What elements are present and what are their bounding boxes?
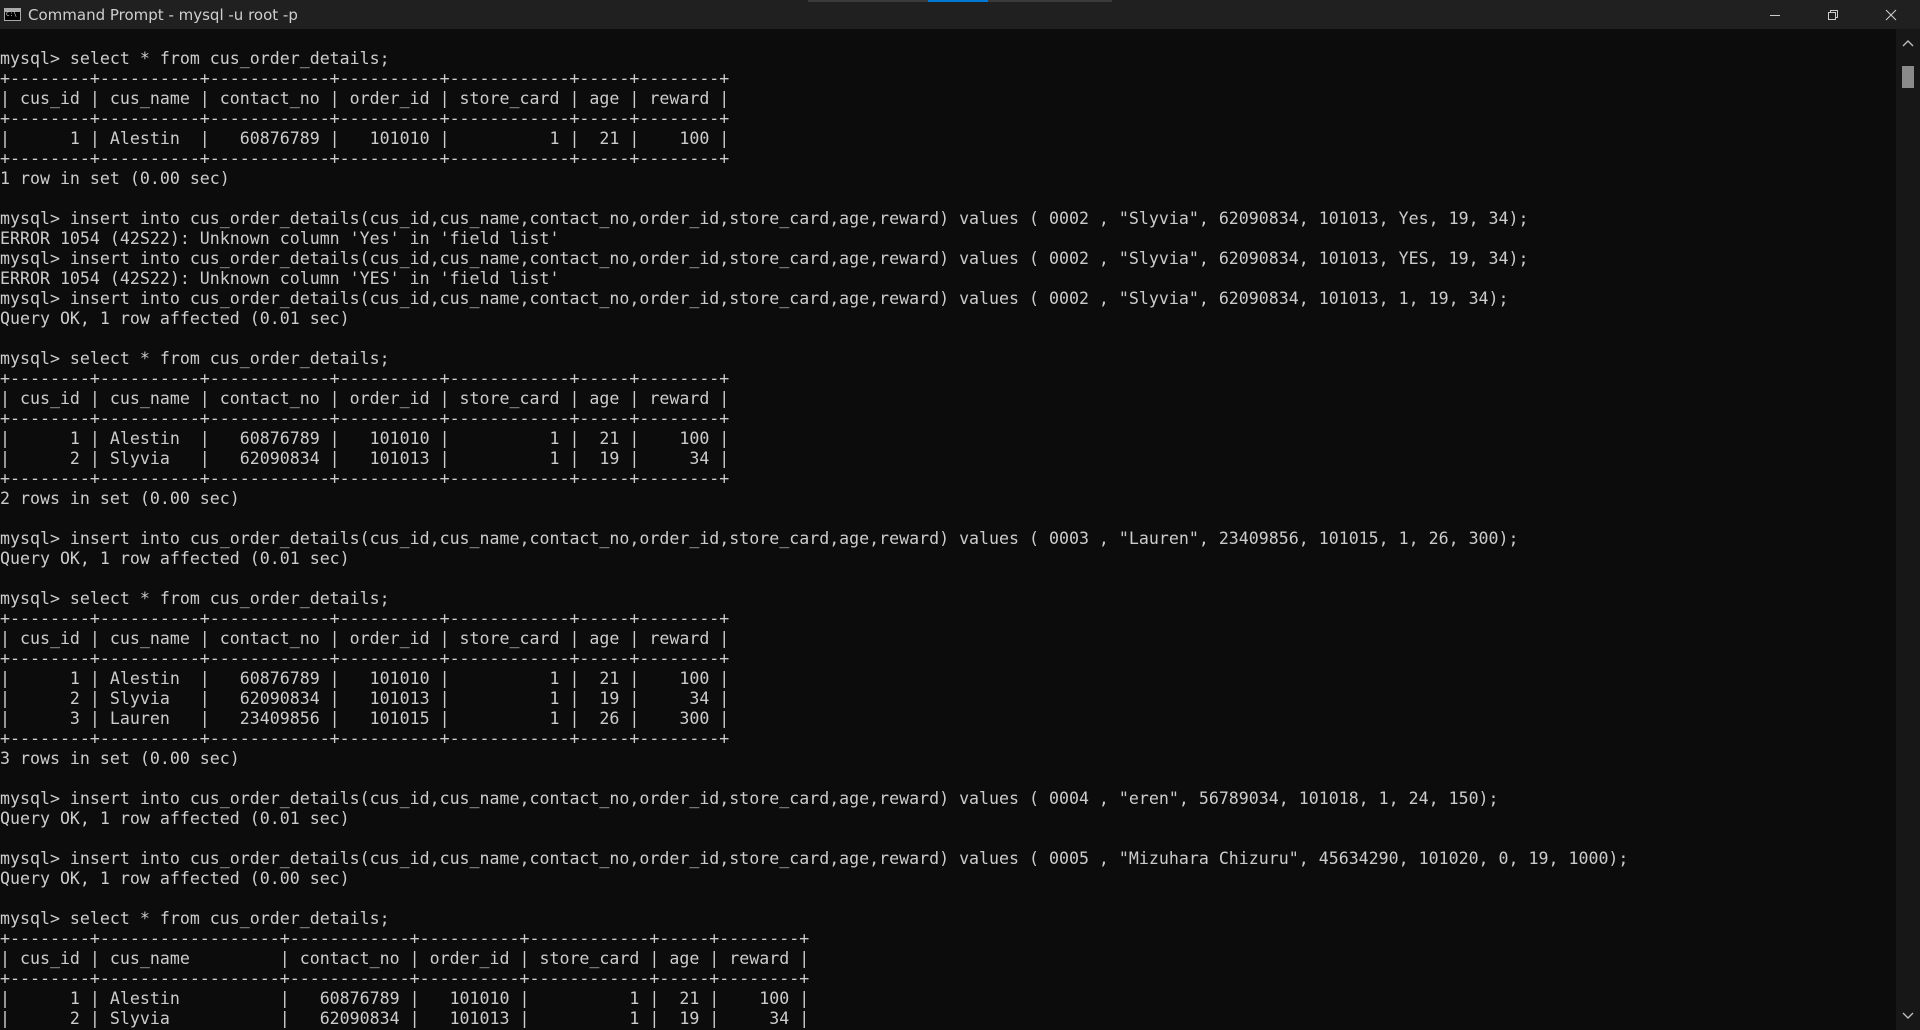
console-line: +--------+----------+------------+------… xyxy=(0,609,730,628)
command-prompt-icon[interactable] xyxy=(4,8,21,21)
console-line: | 3 | Lauren | 23409856 | 101015 | 1 | 2… xyxy=(0,709,730,728)
minimize-icon xyxy=(1770,14,1780,16)
console-line: | 1 | Alestin | 60876789 | 101010 | 1 | … xyxy=(0,429,730,448)
window-title: Command Prompt - mysql -u root -p xyxy=(28,5,298,24)
console-line: mysql> select * from cus_order_details; xyxy=(0,49,390,68)
console-line: Query OK, 1 row affected (0.01 sec) xyxy=(0,549,350,568)
console-line: | cus_id | cus_name | contact_no | order… xyxy=(0,389,730,408)
close-button[interactable] xyxy=(1862,0,1920,29)
console-line: +--------+----------+------------+------… xyxy=(0,469,730,488)
console-line: | 1 | Alestin | 60876789 | 101010 | 1 | … xyxy=(0,129,730,148)
scrollbar-thumb[interactable] xyxy=(1902,66,1914,88)
console-line: mysql> insert into cus_order_details(cus… xyxy=(0,529,1519,548)
console-line: Query OK, 1 row affected (0.00 sec) xyxy=(0,869,350,888)
console-line: 3 rows in set (0.00 sec) xyxy=(0,749,240,768)
console-line: mysql> insert into cus_order_details(cus… xyxy=(0,209,1529,228)
console-line: | 1 | Alestin | 60876789 | 101010 | 1 | … xyxy=(0,669,730,688)
restore-icon xyxy=(1828,9,1838,20)
scroll-down-arrow-icon xyxy=(1902,1012,1914,1019)
console-line: +--------+----------+------------+------… xyxy=(0,69,730,88)
command-prompt-window: Command Prompt - mysql -u root -p xyxy=(0,0,1920,1030)
console-line: +--------+------------------+-----------… xyxy=(0,929,810,948)
console-output[interactable]: mysql> select * from cus_order_details; +… xyxy=(0,29,1896,1029)
console-line: +--------+------------------+-----------… xyxy=(0,969,810,988)
window-controls xyxy=(1746,0,1920,29)
console-line: +--------+----------+------------+------… xyxy=(0,369,730,388)
console-line: +--------+----------+------------+------… xyxy=(0,409,730,428)
console-line: 1 row in set (0.00 sec) xyxy=(0,169,230,188)
console-line: | 1 | Alestin | 60876789 | 101010 | 1 | … xyxy=(0,989,810,1008)
console-line: | cus_id | cus_name | contact_no | order… xyxy=(0,949,810,968)
console-line: mysql> select * from cus_order_details; xyxy=(0,589,390,608)
title-bar[interactable]: Command Prompt - mysql -u root -p xyxy=(0,0,1920,29)
minimize-button[interactable] xyxy=(1746,0,1804,29)
close-icon xyxy=(1885,9,1897,20)
scroll-up-arrow-icon xyxy=(1902,40,1914,47)
console-line: ERROR 1054 (42S22): Unknown column 'Yes'… xyxy=(0,229,560,248)
console-line: mysql> insert into cus_order_details(cus… xyxy=(0,289,1509,308)
console-line: mysql> select * from cus_order_details; xyxy=(0,909,390,928)
restore-button[interactable] xyxy=(1804,0,1862,29)
console-line: mysql> select * from cus_order_details; xyxy=(0,349,390,368)
tab-strip xyxy=(808,0,1112,2)
vertical-scrollbar[interactable] xyxy=(1896,29,1920,1030)
console-line: | cus_id | cus_name | contact_no | order… xyxy=(0,629,730,648)
scroll-up-button[interactable] xyxy=(1896,33,1920,53)
scroll-down-button[interactable] xyxy=(1896,1006,1920,1026)
console-line: mysql> insert into cus_order_details(cus… xyxy=(0,849,1629,868)
console-line: +--------+----------+------------+------… xyxy=(0,109,730,128)
console-line: +--------+----------+------------+------… xyxy=(0,729,730,748)
console-line: | 2 | Slyvia | 62090834 | 101013 | 1 | 1… xyxy=(0,1009,810,1028)
console-line: mysql> insert into cus_order_details(cus… xyxy=(0,789,1499,808)
console-line: | 2 | Slyvia | 62090834 | 101013 | 1 | 1… xyxy=(0,689,730,708)
console-line: | cus_id | cus_name | contact_no | order… xyxy=(0,89,730,108)
console-line: | 2 | Slyvia | 62090834 | 101013 | 1 | 1… xyxy=(0,449,730,468)
console-line: +--------+----------+------------+------… xyxy=(0,649,730,668)
console-line: Query OK, 1 row affected (0.01 sec) xyxy=(0,809,350,828)
console-line: 2 rows in set (0.00 sec) xyxy=(0,489,240,508)
console-line: mysql> insert into cus_order_details(cus… xyxy=(0,249,1529,268)
console-line: Query OK, 1 row affected (0.01 sec) xyxy=(0,309,350,328)
console-line: +--------+----------+------------+------… xyxy=(0,149,730,168)
active-tab-indicator xyxy=(928,0,988,2)
console-line: ERROR 1054 (42S22): Unknown column 'YES'… xyxy=(0,269,560,288)
console-area[interactable]: mysql> select * from cus_order_details; +… xyxy=(0,29,1896,1030)
